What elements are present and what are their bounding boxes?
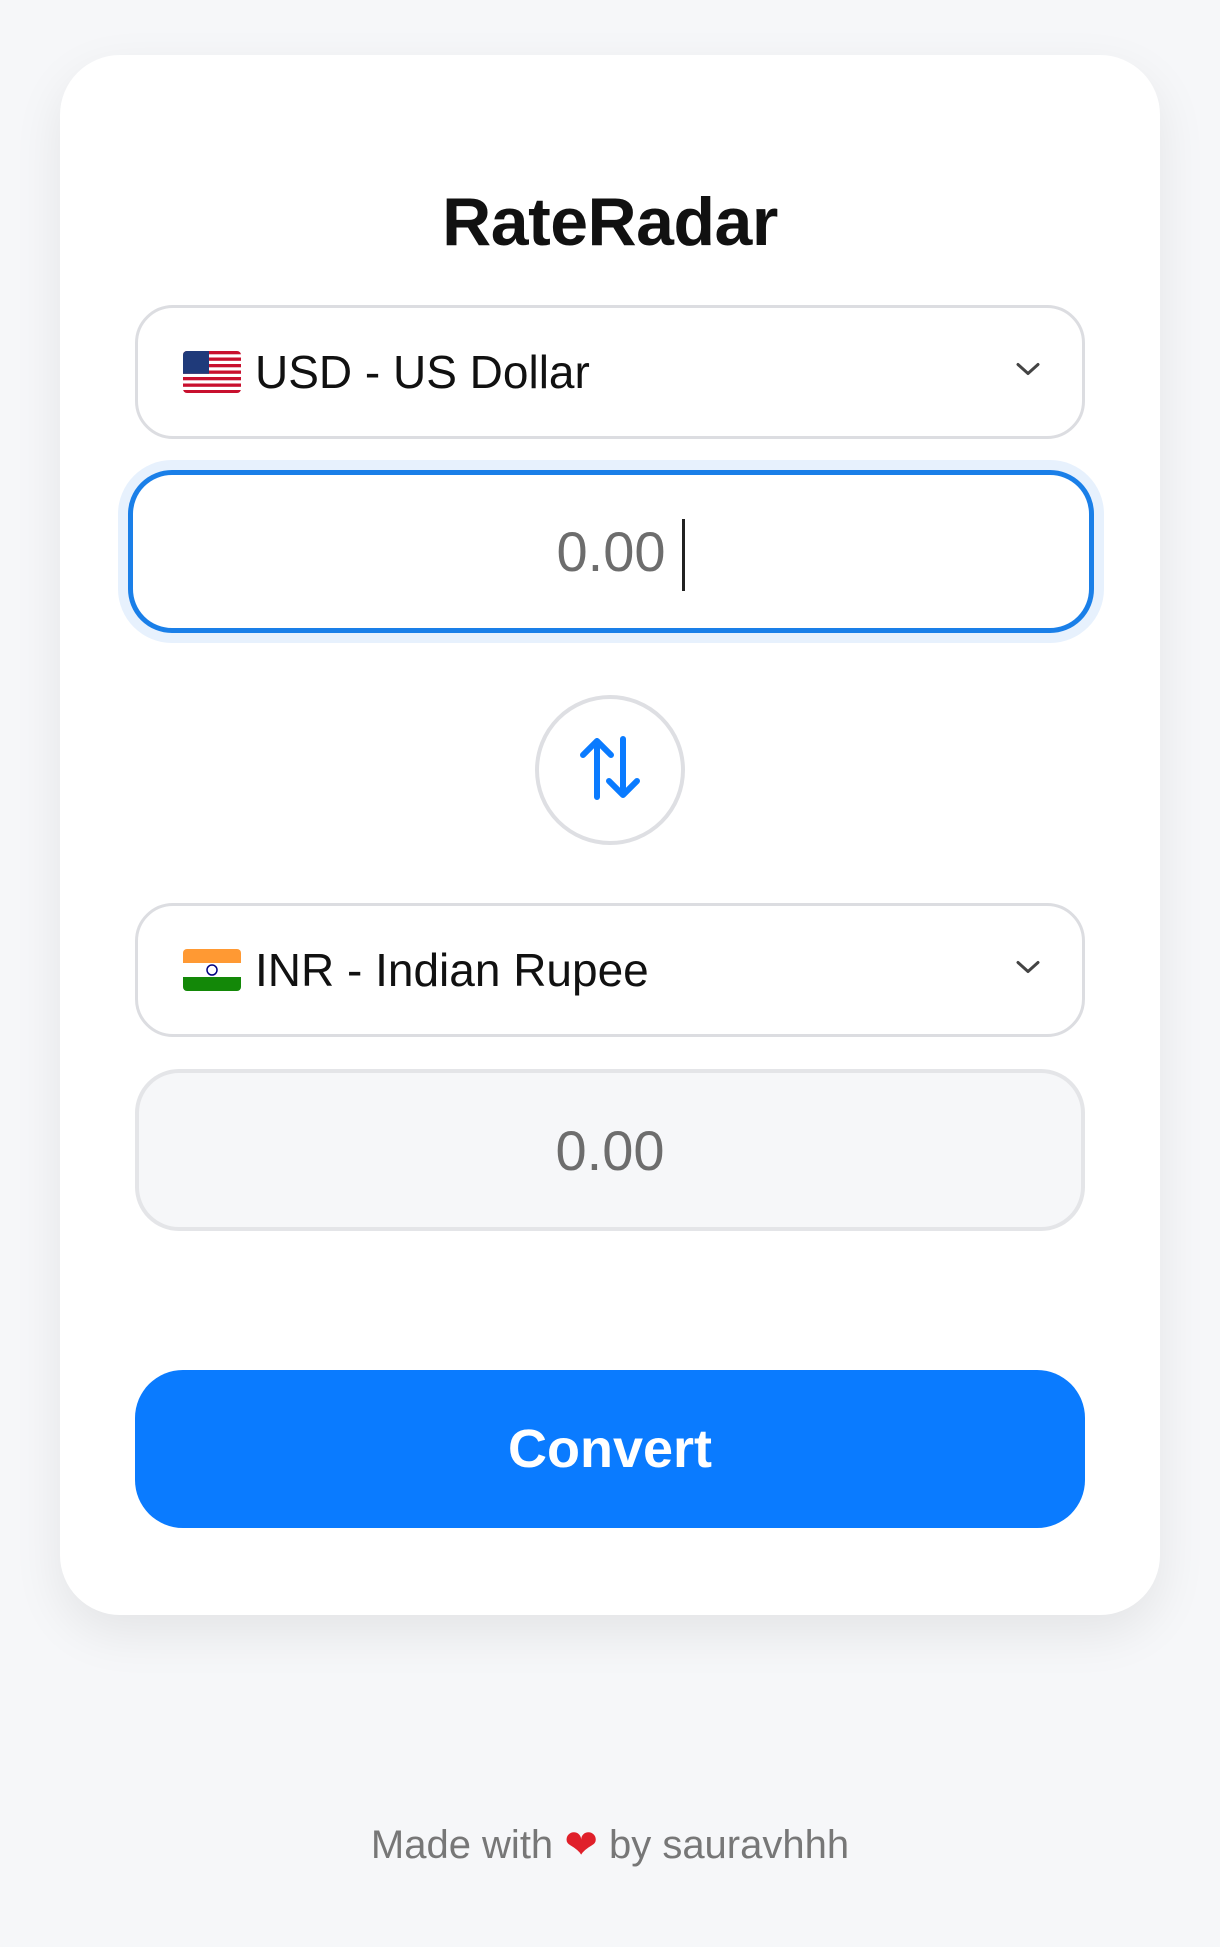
convert-button[interactable]: Convert xyxy=(135,1370,1085,1528)
to-currency-select[interactable]: INR - Indian Rupee xyxy=(135,903,1085,1037)
result-field-wrapper xyxy=(135,1069,1085,1231)
text-caret xyxy=(682,519,685,591)
from-currency-select[interactable]: USD - US Dollar xyxy=(135,305,1085,439)
amount-input[interactable] xyxy=(133,519,1089,584)
app-title: RateRadar xyxy=(442,184,778,260)
amount-input-wrapper xyxy=(128,470,1094,633)
result-field xyxy=(139,1117,1081,1183)
converter-card: RateRadar USD - US Dollar 0.00 INR - Ind… xyxy=(60,55,1160,1615)
footer-prefix: Made with xyxy=(370,1823,554,1867)
to-currency-label: INR - Indian Rupee xyxy=(255,944,649,996)
footer-suffix: by sauravhhh xyxy=(608,1823,850,1867)
swap-arrows-icon xyxy=(578,733,642,808)
us-flag-icon xyxy=(183,351,241,393)
india-flag-icon xyxy=(183,949,241,991)
swap-button[interactable] xyxy=(535,695,685,845)
footer-credit: Made with ❤ by sauravhhh xyxy=(0,1822,1220,1868)
from-currency-label: USD - US Dollar xyxy=(255,346,590,398)
chevron-down-icon xyxy=(1014,959,1042,982)
heart-icon: ❤ xyxy=(564,1823,598,1867)
chevron-down-icon xyxy=(1014,361,1042,384)
